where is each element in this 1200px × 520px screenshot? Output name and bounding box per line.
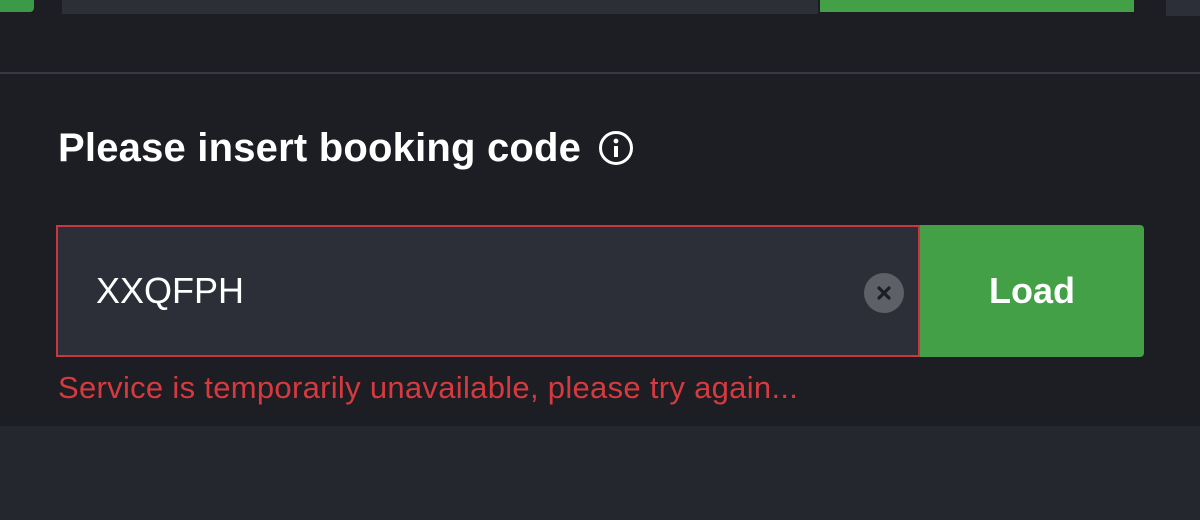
clear-icon[interactable] (864, 273, 904, 313)
booking-code-header: Please insert booking code (58, 120, 634, 176)
previous-section (0, 0, 1200, 72)
previous-side-panel (1166, 0, 1200, 16)
previous-input-field[interactable] (62, 0, 818, 14)
info-icon[interactable] (599, 131, 634, 165)
previous-button-edge[interactable] (0, 0, 34, 12)
error-message: Service is temporarily unavailable, plea… (58, 370, 799, 405)
previous-action-button[interactable] (820, 0, 1134, 12)
bottom-area (0, 426, 1200, 520)
load-button[interactable]: Load (920, 225, 1144, 357)
booking-code-heading: Please insert booking code (58, 125, 582, 170)
booking-code-input[interactable] (96, 227, 856, 355)
booking-code-input-container (56, 225, 920, 357)
